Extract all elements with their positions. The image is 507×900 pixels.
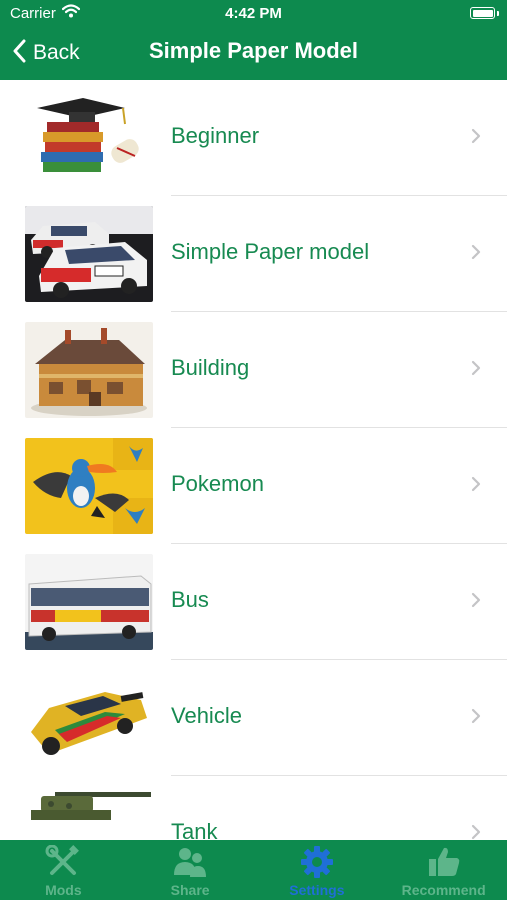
paper-house-image [25, 322, 153, 418]
list-item-label: Beginner [171, 123, 260, 148]
thumbs-up-icon [426, 845, 462, 879]
race-car-image [25, 670, 153, 766]
list-item-label: Pokemon [171, 471, 264, 496]
paper-cars-image [25, 206, 153, 302]
category-list[interactable]: Beginner Simple Paper model Building Pok… [0, 80, 507, 840]
status-bar: Carrier 4:42 PM [0, 0, 507, 28]
page-title: Simple Paper Model [148, 38, 359, 63]
tab-share[interactable]: Share [127, 840, 254, 900]
list-item[interactable]: Beginner [0, 80, 507, 196]
status-time: 4:42 PM [225, 5, 282, 22]
list-item[interactable]: Simple Paper model [0, 196, 507, 312]
tab-label: Share [170, 882, 210, 898]
tab-label: Mods [45, 882, 82, 898]
list-item-label: Simple Paper model [171, 239, 370, 264]
battery-icon [470, 7, 495, 19]
tab-label: Settings [289, 882, 345, 898]
tank-image [25, 786, 153, 840]
chevron-right-icon [471, 360, 481, 381]
tools-icon [45, 844, 81, 879]
tab-bar: Mods Share Settings Recommend [0, 840, 507, 900]
chevron-right-icon [471, 592, 481, 613]
books-graduation-cap-image [25, 90, 153, 186]
toucan-pokemon-image [25, 438, 153, 534]
navigation-bar: Back Simple Paper Model [0, 28, 507, 80]
list-item-label: Bus [171, 587, 209, 612]
list-item[interactable]: Building [0, 312, 507, 428]
paper-bus-image [25, 554, 153, 650]
list-item-label: Tank [171, 819, 218, 840]
gear-icon [299, 845, 335, 879]
tab-label: Recommend [401, 882, 486, 898]
list-item[interactable]: Tank [0, 776, 507, 840]
list-item-label: Vehicle [171, 703, 242, 728]
list-item[interactable]: Pokemon [0, 428, 507, 544]
tab-recommend[interactable]: Recommend [380, 840, 507, 900]
list-item-label: Building [171, 355, 250, 380]
chevron-right-icon [471, 476, 481, 497]
chevron-right-icon [471, 824, 481, 840]
users-icon [172, 845, 208, 879]
list-item[interactable]: Vehicle [0, 660, 507, 776]
tab-settings[interactable]: Settings [254, 840, 381, 900]
chevron-right-icon [471, 708, 481, 729]
list-item[interactable]: Bus [0, 544, 507, 660]
chevron-right-icon [471, 128, 481, 149]
chevron-right-icon [471, 244, 481, 265]
app-header: Carrier 4:42 PM Back Simple Paper Model [0, 0, 507, 80]
battery-tip [497, 11, 499, 16]
tab-mods[interactable]: Mods [0, 840, 127, 900]
